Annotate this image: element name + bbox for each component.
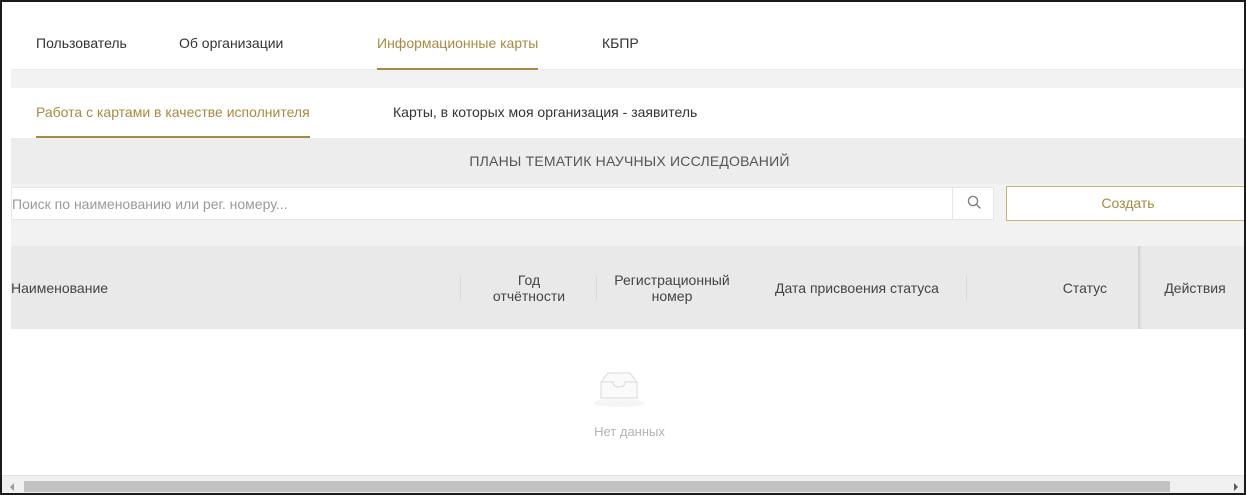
- search-input[interactable]: [12, 188, 952, 219]
- column-header-actions-label: Действия: [1164, 279, 1226, 296]
- column-header-name[interactable]: Наименование: [11, 246, 461, 329]
- content-area: Пользователь Об организации Информационн…: [2, 16, 1244, 493]
- search-toolbar: Создать: [11, 184, 1244, 226]
- inbox-icon: [587, 365, 651, 409]
- top-tab-bar: Пользователь Об организации Информационн…: [11, 16, 1244, 70]
- empty-state-text: Нет данных: [594, 424, 665, 439]
- column-header-status-date[interactable]: Дата присвоения статуса: [747, 246, 967, 329]
- separator-strip: [11, 70, 1244, 88]
- tab-kbpr-label: КБПР: [602, 35, 639, 51]
- column-header-year-line1: Год: [517, 271, 541, 288]
- tab-organization[interactable]: Об организации: [179, 16, 283, 70]
- subtab-applicant-cards-label: Карты, в которых моя организация - заяви…: [393, 104, 698, 120]
- search-button[interactable]: [952, 188, 994, 219]
- tab-info-cards[interactable]: Информационные карты: [377, 16, 539, 70]
- column-header-reg-number-line2: номер: [651, 287, 693, 304]
- sub-tab-bar: Работа с картами в качестве исполнителя …: [11, 88, 1244, 138]
- subtab-executor-cards-label: Работа с картами в качестве исполнителя: [36, 104, 310, 120]
- search-box: [11, 187, 994, 220]
- subtab-applicant-cards[interactable]: Карты, в которых моя организация - заяви…: [393, 88, 697, 136]
- column-header-reg-number-line1: Регистрационный: [614, 271, 730, 288]
- scroll-left-arrow-icon[interactable]: [6, 481, 18, 493]
- section-title: ПЛАНЫ ТЕМАТИК НАУЧНЫХ ИССЛЕДОВАНИЙ: [11, 138, 1244, 184]
- column-header-actions: Действия: [1142, 246, 1244, 329]
- empty-state: Нет данных: [11, 329, 1244, 475]
- tab-user[interactable]: Пользователь: [36, 16, 127, 70]
- column-header-reg-number[interactable]: Регистрационный номер: [597, 246, 747, 329]
- column-header-status-label: Статус: [1062, 279, 1107, 296]
- scroll-right-arrow-icon[interactable]: [1230, 481, 1242, 493]
- create-button[interactable]: Создать: [1006, 186, 1244, 221]
- column-header-year[interactable]: Год отчётности: [461, 246, 597, 329]
- column-header-status[interactable]: Статус: [967, 246, 1107, 329]
- tab-user-label: Пользователь: [36, 35, 127, 51]
- table-header: Наименование Год отчётности Регистрацион…: [11, 246, 1244, 329]
- column-header-year-line2: отчётности: [492, 287, 566, 304]
- app-frame: Пользователь Об организации Информационн…: [0, 0, 1246, 495]
- column-header-status-date-label: Дата присвоения статуса: [775, 279, 939, 296]
- scrollbar-thumb[interactable]: [24, 481, 1170, 492]
- tab-kbpr[interactable]: КБПР: [602, 16, 639, 70]
- subtab-executor-cards[interactable]: Работа с картами в качестве исполнителя: [36, 88, 310, 138]
- tab-info-cards-label: Информационные карты: [377, 35, 539, 51]
- tab-organization-label: Об организации: [179, 35, 284, 51]
- horizontal-scrollbar[interactable]: [2, 475, 1244, 493]
- column-header-name-label: Наименование: [11, 279, 109, 296]
- search-icon: [967, 195, 981, 212]
- table-top-spacer: [11, 226, 1244, 246]
- table-body: Нет данных: [11, 329, 1244, 475]
